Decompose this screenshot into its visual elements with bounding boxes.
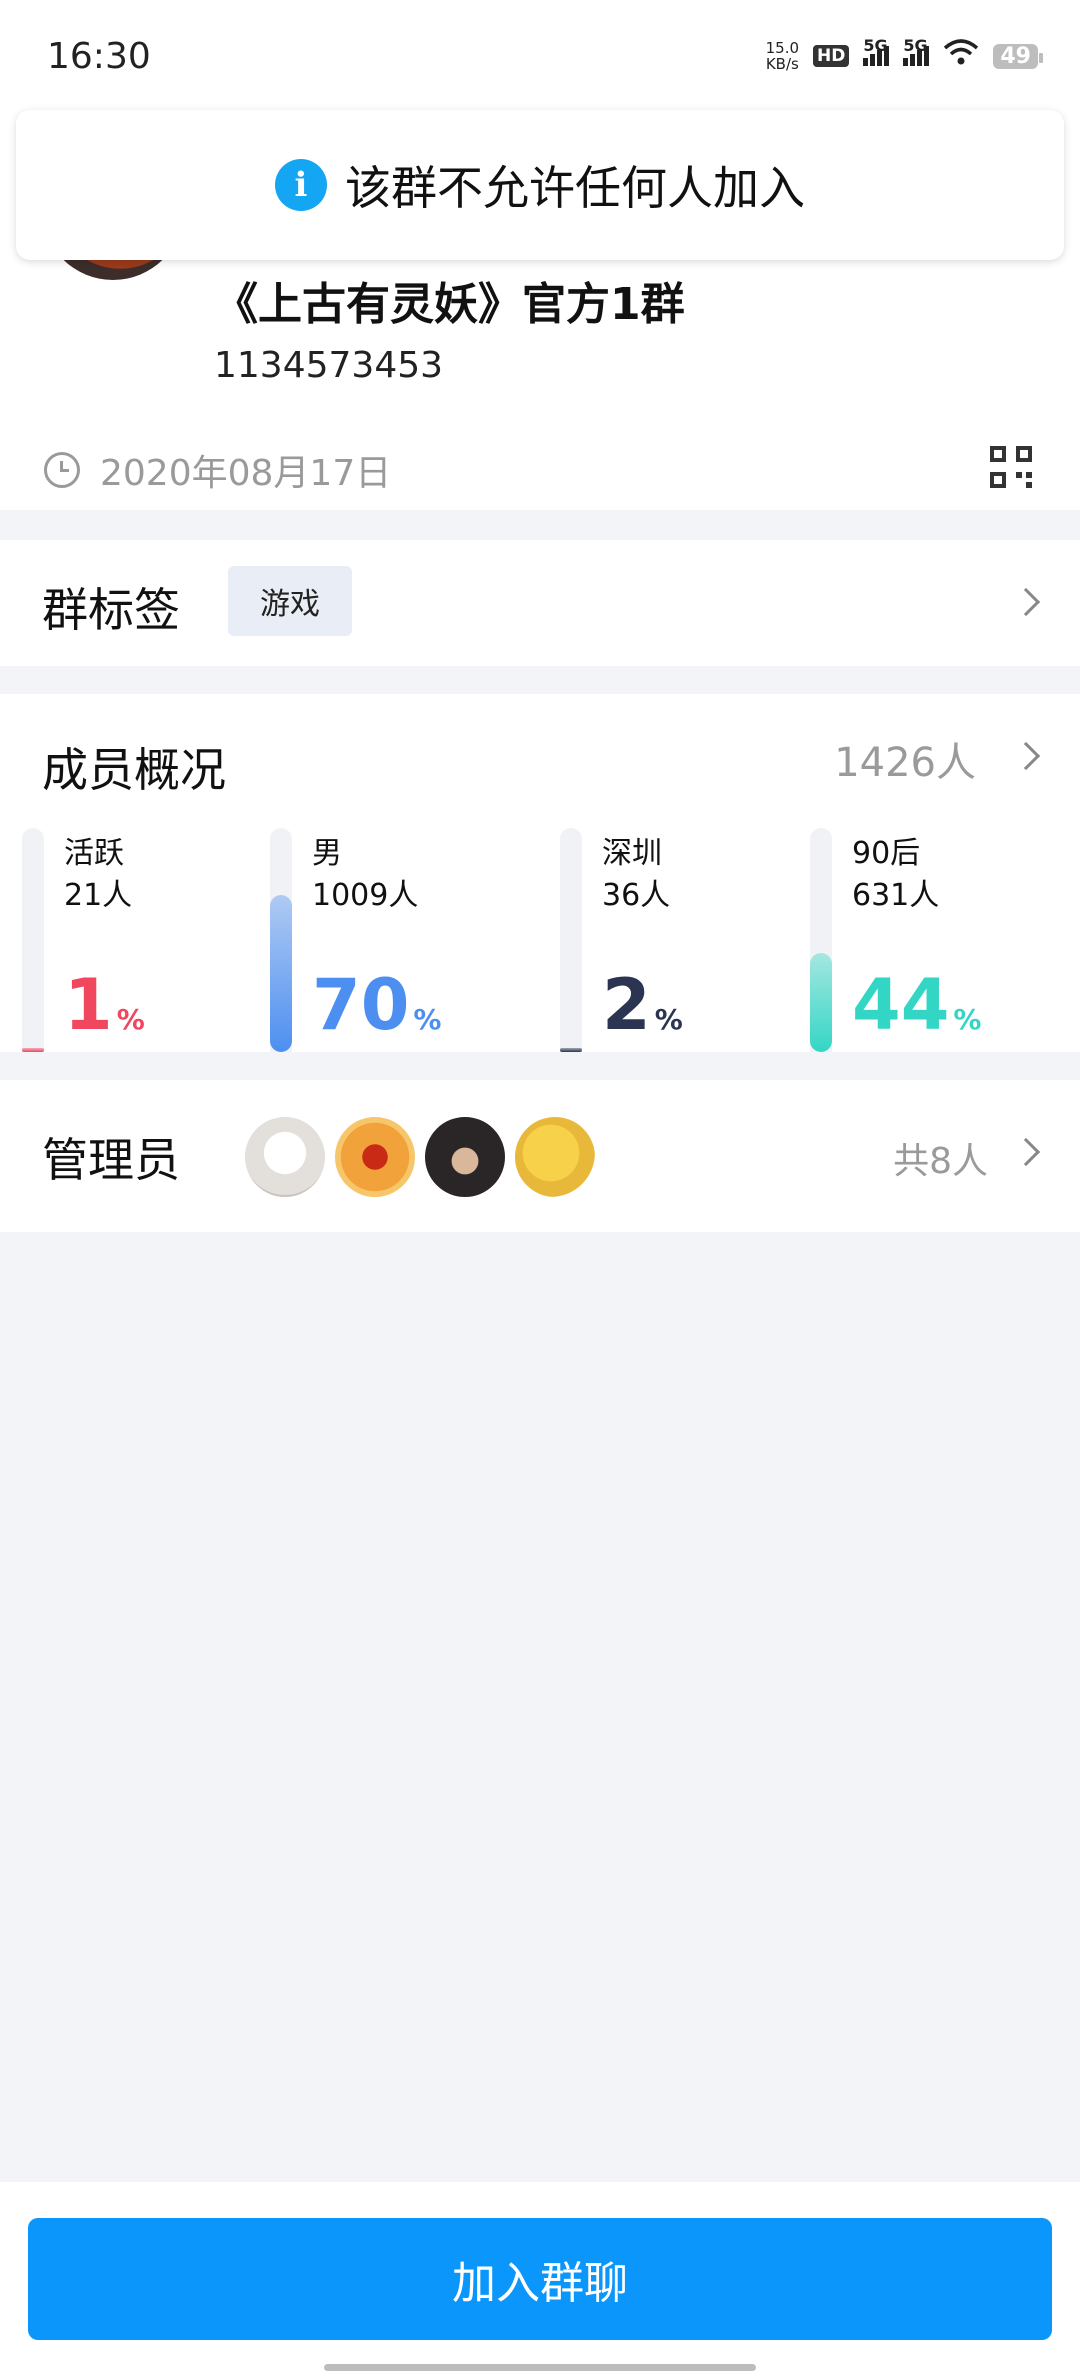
group-tags-row[interactable]: 群标签 游戏 xyxy=(0,540,1080,666)
hd-icon: HD xyxy=(813,45,850,67)
group-name: 《上古有灵妖》官方1群 xyxy=(214,279,685,330)
chevron-right-icon xyxy=(1011,741,1041,771)
net-speed: 15.0 KB/s xyxy=(765,39,800,73)
member-overview-title: 成员概况 xyxy=(42,743,226,797)
stat-percent: 70% xyxy=(312,964,442,1046)
stat-label: 90后 xyxy=(852,836,921,871)
stat-count: 21人 xyxy=(64,878,133,913)
stat-percent: 44% xyxy=(852,964,982,1046)
stat-bar-track xyxy=(270,828,292,1052)
admin-avatar-anime[interactable] xyxy=(422,1114,508,1200)
admins-row[interactable]: 管理员 共8人 xyxy=(0,1080,1080,1232)
stat-percent: 2% xyxy=(602,964,683,1046)
status-time: 16:30 xyxy=(47,36,151,77)
admin-avatar-cat[interactable] xyxy=(242,1114,328,1200)
join-group-button[interactable]: 加入群聊 xyxy=(28,2218,1052,2340)
signal-icon-sim1: 5G xyxy=(863,36,890,66)
stat-count: 1009人 xyxy=(312,878,419,913)
member-total: 1426人 xyxy=(834,740,976,786)
clock-icon xyxy=(44,452,80,488)
group-id: 1134573453 xyxy=(214,345,444,386)
chevron-right-icon xyxy=(1011,587,1041,617)
stat-bar-fill xyxy=(270,895,292,1052)
member-overview[interactable]: 成员概况 1426人 活跃 21人 1% 男 1009人 70% 深圳 36人 … xyxy=(0,694,1080,1052)
stat-bar-track xyxy=(560,828,582,1052)
admin-avatar-duck[interactable] xyxy=(512,1114,598,1200)
stat-label: 活跃 xyxy=(64,836,124,871)
stat-bar-fill xyxy=(22,1048,44,1052)
toast-text: 该群不允许任何人加入 xyxy=(345,161,805,215)
status-icons: 15.0 KB/s HD 5G 5G 49 xyxy=(765,36,1043,74)
home-indicator[interactable] xyxy=(324,2364,756,2371)
admins-title: 管理员 xyxy=(42,1133,180,1187)
stat-count: 36人 xyxy=(602,878,671,913)
wifi-icon xyxy=(943,38,979,74)
group-tags-title: 群标签 xyxy=(42,583,180,637)
stat-bar-fill xyxy=(560,1048,582,1052)
signal-icon-sim2: 5G xyxy=(903,36,930,66)
stat-count: 631人 xyxy=(852,878,940,913)
stat-percent: 1% xyxy=(64,964,145,1046)
info-icon: i xyxy=(275,159,327,211)
stat-label: 男 xyxy=(312,836,342,871)
stat-label: 深圳 xyxy=(602,836,662,871)
battery-icon: 49 xyxy=(993,43,1043,69)
stat-bar-track xyxy=(22,828,44,1052)
stat-bar-track xyxy=(810,828,832,1052)
status-bar: 16:30 15.0 KB/s HD 5G 5G 49 xyxy=(0,0,1080,120)
admin-avatar-superman[interactable] xyxy=(332,1114,418,1200)
qr-code-icon[interactable] xyxy=(990,446,1032,488)
stat-bar-fill xyxy=(810,953,832,1052)
bottom-bar: 加入群聊 xyxy=(0,2182,1080,2376)
created-date: 2020年08月17日 xyxy=(100,453,392,494)
created-date-row: 2020年08月17日 xyxy=(44,440,391,500)
toast-notice: i 该群不允许任何人加入 xyxy=(16,110,1064,260)
tag-chip: 游戏 xyxy=(228,566,352,636)
admin-count: 共8人 xyxy=(893,1141,988,1182)
chevron-right-icon xyxy=(1011,1137,1041,1167)
